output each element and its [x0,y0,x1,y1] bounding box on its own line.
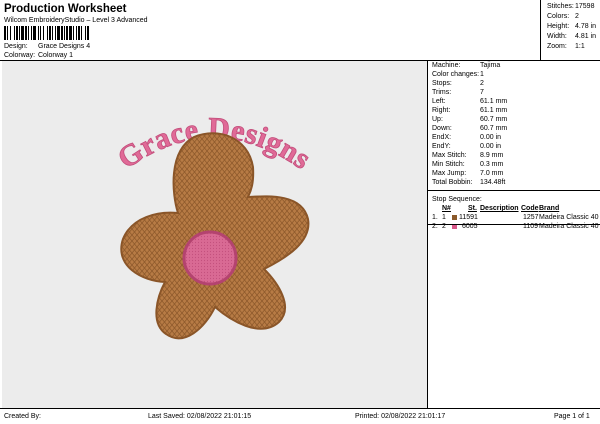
stat-colors: Colors: 2 [547,13,579,20]
info-row: Right: 61.1 mm [432,107,508,114]
design-preview: Grace Designs [2,61,427,408]
info-row: EndX: 0.00 in [432,134,502,141]
colorway-name: Colorway 1 [38,52,74,59]
info-row: Max Jump: 7.0 mm [432,170,504,177]
stat-stitches: Stitches: 17598 [547,3,595,10]
info-row: Up: 60.7 mm [432,116,508,123]
table-header: N# St. Description Code Brand [442,205,560,212]
barcode [4,26,89,40]
flower-center [182,230,238,286]
software-name: Wilcom EmbroideryStudio – Level 3 Advanc… [4,17,148,24]
embroidery-design: Grace Designs [111,111,317,340]
stop-sequence-title: Stop Sequence: [432,196,482,203]
footer-page: Page 1 of 1 [554,413,590,420]
color-swatch [452,215,457,220]
info-row: Machine: Tajima [432,62,501,69]
colorway-label: Colorway: [4,52,36,59]
worksheet-title: Production Worksheet [4,3,127,15]
footer-created-by: Created By: [4,413,41,420]
info-row: Down: 60.7 mm [432,125,508,132]
info-row: Total Bobbin: 134.48ft [432,179,506,186]
table-row: 1. 1 11591 1257 Madeira Classic 40 [432,214,599,221]
footer-last-saved: Last Saved: 02/08/2022 21:01:15 [148,413,252,420]
info-row: Left: 61.1 mm [432,98,508,105]
info-row: Min Stitch: 0.3 mm [432,161,504,168]
info-row: Color changes: 1 [432,71,484,78]
design-label: Design: [4,43,28,50]
stat-width: Width: 4.81 in [547,33,597,40]
design-name: Grace Designs 4 [38,43,91,50]
info-row: Trims: 7 [432,89,484,96]
footer-printed: Printed: 02/08/2022 21:01:17 [355,413,446,420]
stop-sequence-table: N# St. Description Code Brand 1. 1 11591… [432,204,600,231]
info-row: Max Stitch: 8.9 mm [432,152,504,159]
stat-height: Height: 4.78 in [547,23,597,30]
stat-zoom: Zoom: 1:1 [547,43,585,50]
info-row: Stops: 2 [432,80,484,87]
info-row: EndY: 0.00 in [432,143,502,150]
